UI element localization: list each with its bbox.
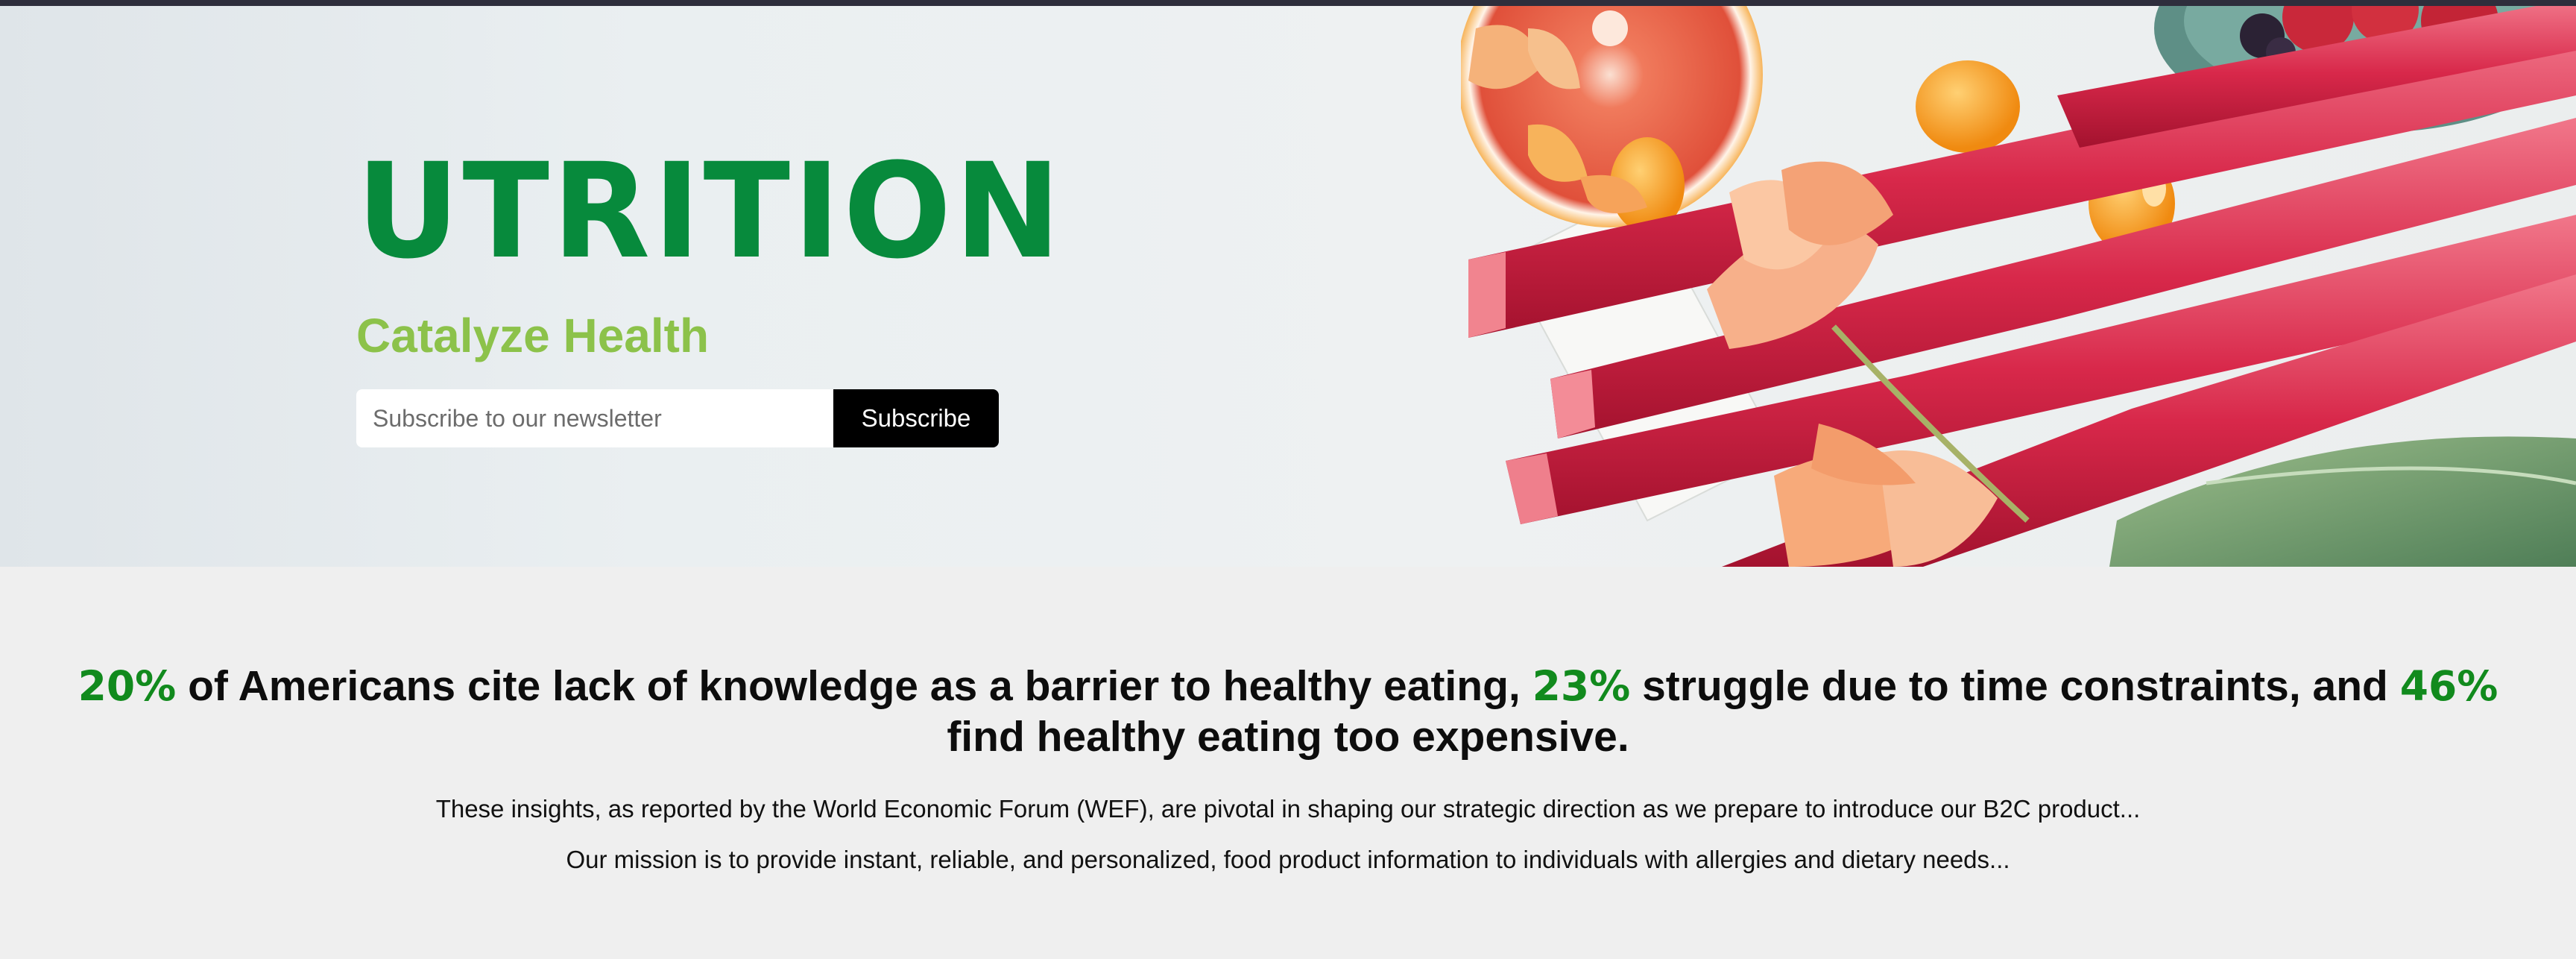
produce-photo bbox=[1461, 6, 2576, 567]
subscribe-button[interactable]: Subscribe bbox=[833, 389, 999, 447]
stat-knowledge: 20% bbox=[78, 662, 177, 710]
newsletter-email-input[interactable] bbox=[356, 389, 833, 447]
stat-text-cost: find healthy eating too expensive. bbox=[947, 713, 1629, 761]
stat-text-time: struggle due to time constraints, and bbox=[1630, 662, 2400, 710]
tagline: Catalyze Health bbox=[356, 309, 710, 362]
stat-text-knowledge: of Americans cite lack of knowledge as a… bbox=[176, 662, 1532, 710]
stats-section: 20% of Americans cite lack of knowledge … bbox=[0, 567, 2576, 959]
top-strip bbox=[0, 0, 2576, 6]
stat-cost: 46% bbox=[2399, 662, 2498, 710]
insights-paragraph: These insights, as reported by the World… bbox=[435, 795, 2141, 823]
mission-paragraph: Our mission is to provide instant, relia… bbox=[566, 846, 2010, 873]
stat-time: 23% bbox=[1532, 662, 1631, 710]
hero-banner: UTRITION Catalyze Health Subscribe bbox=[0, 6, 2576, 567]
brand-title: UTRITION bbox=[356, 135, 1064, 288]
newsletter-form: Subscribe bbox=[356, 389, 999, 447]
stats-headline: 20% of Americans cite lack of knowledge … bbox=[60, 661, 2516, 762]
